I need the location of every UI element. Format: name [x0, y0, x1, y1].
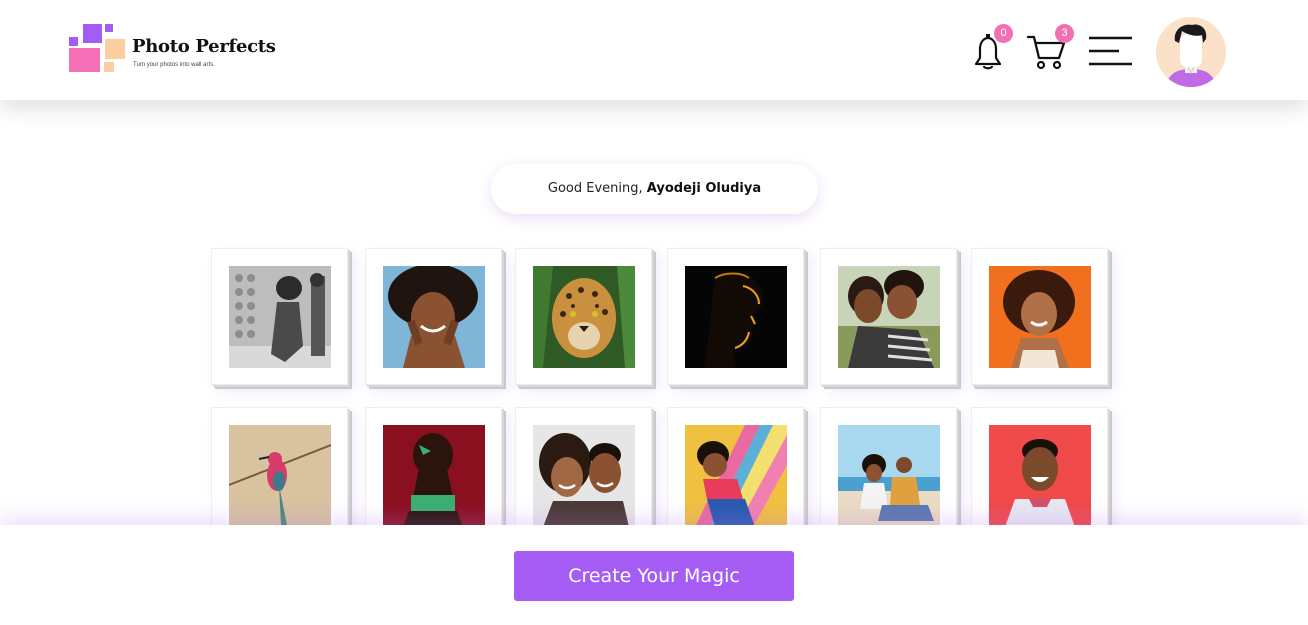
photo-smiling-woman-hands-on-face — [383, 266, 485, 368]
photo-couple-selfie — [533, 425, 635, 527]
hamburger-menu-icon — [1089, 36, 1132, 66]
photo-frame[interactable] — [365, 407, 502, 544]
notifications-button[interactable]: 0 — [968, 24, 1013, 72]
logo-mark-icon — [69, 24, 125, 74]
notifications-badge: 0 — [994, 24, 1013, 43]
photo-couple-on-beach — [838, 425, 940, 527]
photo-pink-bee-eater-bird — [229, 425, 331, 527]
photo-smiling-woman-orange-bg — [989, 266, 1091, 368]
user-avatar[interactable] — [1156, 17, 1226, 87]
cart-badge: 3 — [1055, 24, 1074, 43]
brand-tagline: Turn your photos into wall arts. — [133, 62, 215, 68]
cart-button[interactable]: 3 — [1026, 24, 1074, 72]
photo-frame[interactable] — [971, 248, 1108, 385]
photo-woman-lying-colorful-boards — [685, 425, 787, 527]
photo-couple-embracing — [838, 266, 940, 368]
photo-frame[interactable] — [820, 407, 957, 544]
photo-frame[interactable] — [515, 248, 652, 385]
brand-name: Photo Perfects — [132, 36, 276, 57]
photo-silhouette-profile-dark — [685, 266, 787, 368]
photo-frame[interactable] — [211, 248, 348, 385]
photo-woman-red-background — [383, 425, 485, 527]
avatar-icon — [1156, 17, 1226, 87]
menu-button[interactable] — [1089, 36, 1133, 66]
greeting-card: Good Evening, Ayodeji Oludiya — [491, 164, 818, 214]
create-your-magic-button[interactable]: Create Your Magic — [514, 551, 794, 601]
header: Photo Perfects Turn your photos into wal… — [0, 0, 1308, 100]
photo-jaguar-in-leaves — [533, 266, 635, 368]
photo-frame[interactable] — [211, 407, 348, 544]
user-name: Ayodeji Oludiya — [646, 181, 762, 196]
photo-frame[interactable] — [515, 407, 652, 544]
photo-frame[interactable] — [820, 248, 957, 385]
photo-smiling-man-red-bg — [989, 425, 1091, 527]
photo-woman-leaning-on-wall-bw — [229, 266, 331, 368]
brand-logo[interactable]: Photo Perfects Turn your photos into wal… — [69, 24, 279, 76]
bottom-action-bar: Create Your Magic — [0, 525, 1308, 625]
photo-frame[interactable] — [667, 407, 804, 544]
photo-frame[interactable] — [365, 248, 502, 385]
greeting-prefix: Good Evening, — [547, 181, 647, 196]
photo-frame[interactable] — [971, 407, 1108, 544]
photo-frame[interactable] — [667, 248, 804, 385]
